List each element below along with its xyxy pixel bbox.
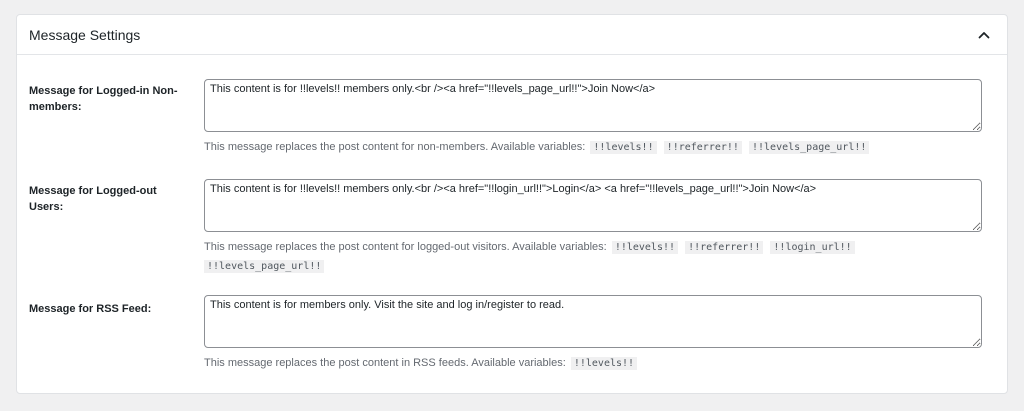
panel-header[interactable]: Message Settings: [17, 15, 1007, 55]
variable-code: !!levels!!: [570, 357, 638, 370]
description-text: This message replaces the post content f…: [204, 241, 607, 253]
panel-title: Message Settings: [29, 26, 141, 43]
variable-code: !!levels!!: [590, 141, 657, 154]
variable-code: !!referrer!!: [663, 141, 742, 154]
field-description: This message replaces the post content i…: [204, 354, 924, 373]
field-label: Message for Logged-out Users:: [29, 185, 157, 213]
variable-code: !!levels_page_url!!: [748, 141, 870, 154]
description-text: This message replaces the post content i…: [204, 357, 566, 369]
message-settings-panel: Message Settings Message for Logged-in N…: [16, 14, 1008, 394]
variable-code: !!levels_page_url!!: [204, 260, 325, 273]
chevron-up-icon: [978, 31, 990, 38]
collapse-button[interactable]: [974, 25, 994, 45]
variable-code: !!login_url!!: [770, 241, 855, 254]
field-description: This message replaces the post content f…: [204, 138, 924, 157]
field-description: This message replaces the post content f…: [204, 238, 924, 276]
field-label: Message for Logged-in Non-members:: [29, 85, 178, 113]
logged-in-nonmembers-message-field[interactable]: This content is for !!levels!! members o…: [204, 79, 982, 132]
field-label: Message for RSS Feed:: [29, 303, 152, 315]
rss-feed-message-field[interactable]: This content is for members only. Visit …: [204, 295, 982, 348]
variable-code: !!levels!!: [611, 241, 679, 254]
description-text: This message replaces the post content f…: [204, 141, 586, 153]
logged-out-users-message-field[interactable]: This content is for !!levels!! members o…: [204, 179, 982, 232]
variable-code: !!referrer!!: [685, 241, 764, 254]
